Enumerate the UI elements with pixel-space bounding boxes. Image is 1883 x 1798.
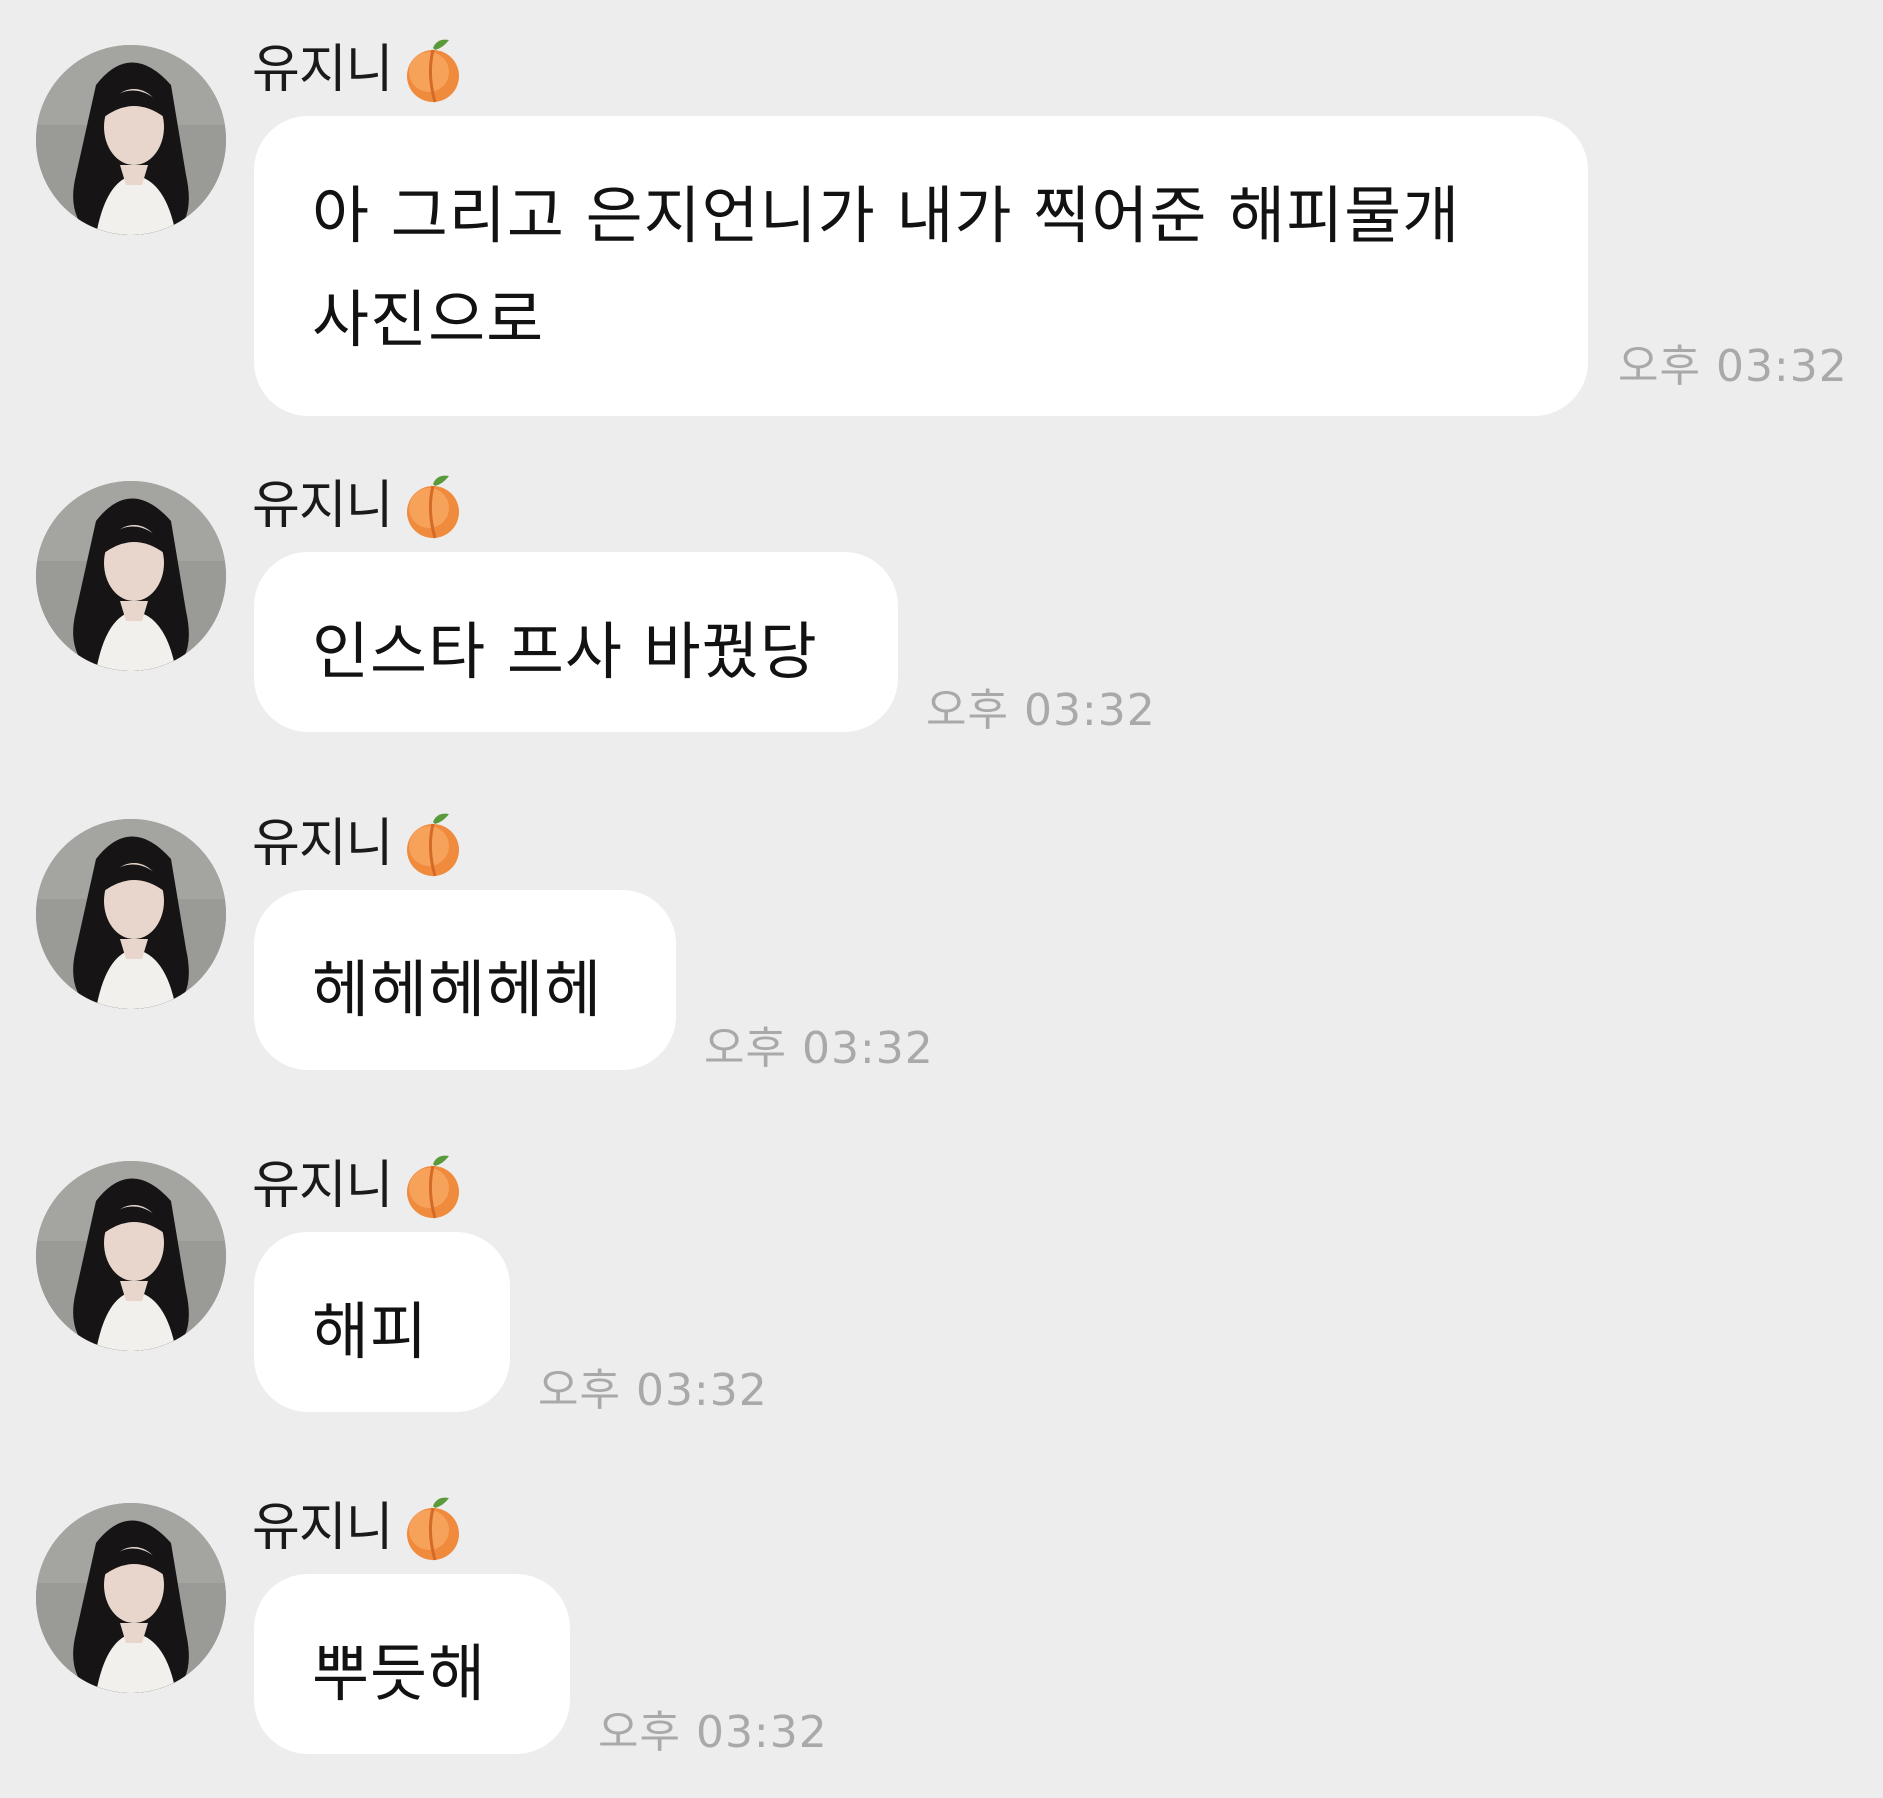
chat-message-list: 유지니 아 그리고 은지언니가 내가 찍어준 해피물개 사진으로 오후 03:3…: [0, 0, 1883, 1798]
peach-icon: [397, 808, 469, 880]
peach-icon: [397, 470, 469, 542]
message-timestamp: 오후 03:32: [1618, 341, 1848, 392]
sender-header: 유지니: [252, 1146, 469, 1226]
avatar-photo: [36, 45, 226, 235]
message-bubble[interactable]: 인스타 프사 바꿨당: [254, 552, 898, 732]
message-timestamp: 오후 03:32: [538, 1365, 768, 1416]
avatar[interactable]: [36, 1161, 226, 1351]
avatar[interactable]: [36, 819, 226, 1009]
message-timestamp: 오후 03:32: [704, 1023, 934, 1074]
avatar-photo: [36, 481, 226, 671]
peach-icon: [397, 1150, 469, 1222]
sender-header: 유지니: [252, 30, 469, 110]
message-timestamp: 오후 03:32: [598, 1707, 828, 1758]
message-bubble[interactable]: 아 그리고 은지언니가 내가 찍어준 해피물개 사진으로: [254, 116, 1588, 416]
message-text: 아 그리고 은지언니가 내가 찍어준 해피물개 사진으로: [312, 179, 1461, 356]
avatar[interactable]: [36, 481, 226, 671]
avatar-photo: [36, 1503, 226, 1693]
message-text: 인스타 프사 바꿨당: [312, 615, 818, 688]
message-bubble[interactable]: 해피: [254, 1232, 510, 1412]
sender-name: 유지니: [252, 476, 394, 536]
message-text: 뿌듯해: [312, 1637, 487, 1710]
peach-icon: [397, 1492, 469, 1564]
avatar-photo: [36, 1161, 226, 1351]
message-bubble[interactable]: 뿌듯해: [254, 1574, 570, 1754]
avatar[interactable]: [36, 45, 226, 235]
message-text: 헤헤헤헤헤: [312, 953, 603, 1026]
sender-header: 유지니: [252, 466, 469, 546]
avatar[interactable]: [36, 1503, 226, 1693]
message-bubble[interactable]: 헤헤헤헤헤: [254, 890, 676, 1070]
peach-icon: [397, 34, 469, 106]
avatar-photo: [36, 819, 226, 1009]
message-timestamp: 오후 03:32: [926, 685, 1156, 736]
sender-header: 유지니: [252, 1488, 469, 1568]
message-text: 해피: [312, 1295, 429, 1368]
sender-name: 유지니: [252, 814, 394, 874]
sender-name: 유지니: [252, 1156, 394, 1216]
sender-name: 유지니: [252, 1498, 394, 1558]
sender-header: 유지니: [252, 804, 469, 884]
sender-name: 유지니: [252, 40, 394, 100]
